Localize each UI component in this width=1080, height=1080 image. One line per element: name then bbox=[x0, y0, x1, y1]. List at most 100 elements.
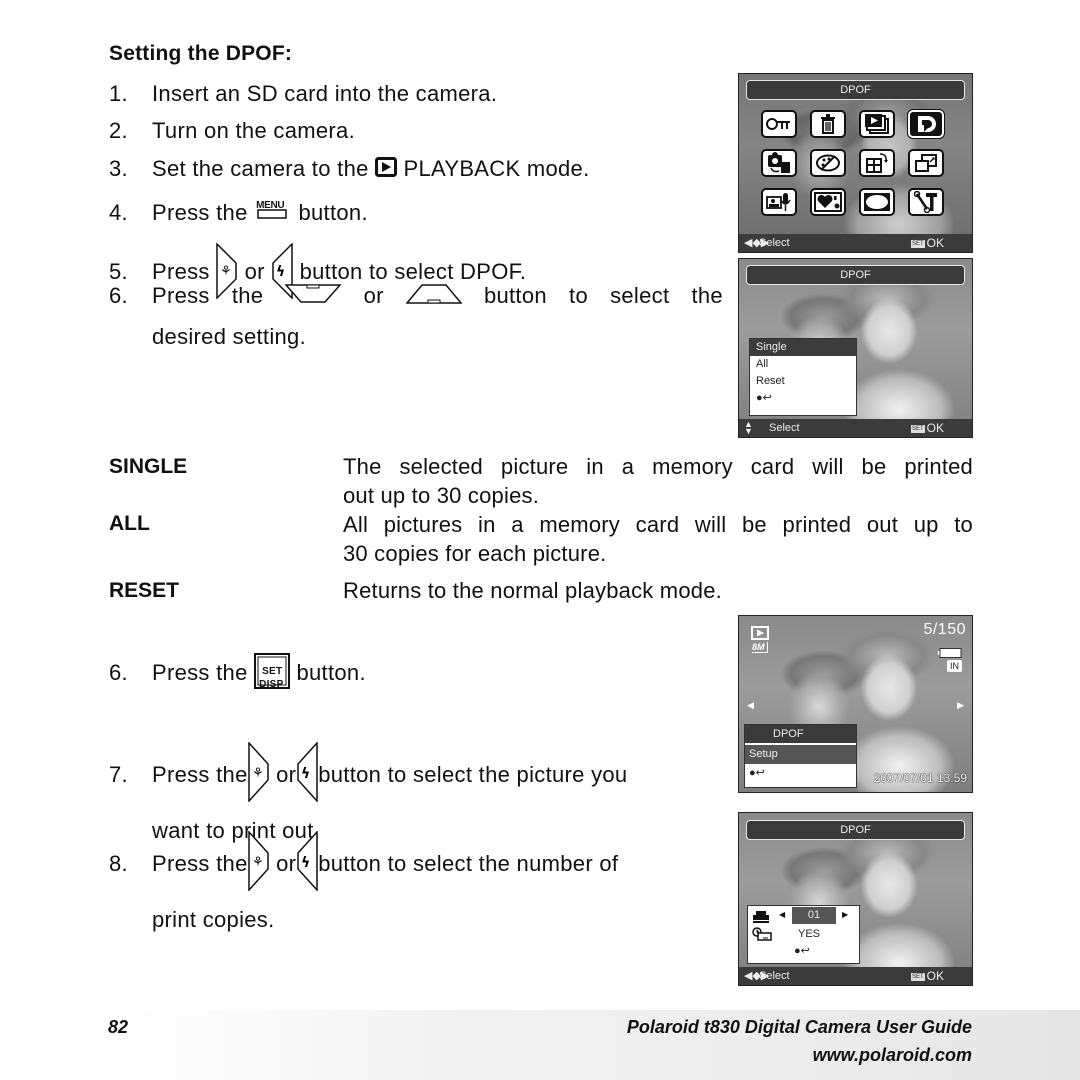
status-select-label: Select bbox=[759, 237, 790, 249]
desc-line: All pictures in a memory card will be pr… bbox=[343, 512, 973, 537]
step-text: Press the bbox=[152, 660, 248, 685]
copies-popup: ◀ 01 ▶ YES ●↩ bbox=[747, 905, 860, 964]
decrease-arrow-icon[interactable]: ◀ bbox=[779, 910, 785, 919]
step-text: Press the bbox=[152, 851, 248, 876]
ok-text: OK bbox=[926, 969, 944, 983]
flash-left-button-icon: ϟ bbox=[296, 830, 318, 898]
status-ok-label: SET OK bbox=[910, 969, 944, 983]
copies-value[interactable]: 01 bbox=[792, 907, 836, 924]
date-imprint-value[interactable]: YES bbox=[798, 928, 820, 940]
step-text: select bbox=[610, 283, 670, 308]
step-6: 6. Press the or button to select the desi… bbox=[109, 282, 723, 351]
step-text: button to select the picture you bbox=[318, 762, 628, 787]
back-option-icon[interactable]: ●↩ bbox=[750, 390, 856, 407]
slideshow-icon[interactable] bbox=[859, 110, 895, 138]
next-arrow-icon[interactable]: ▶ bbox=[957, 700, 964, 711]
option-term-all: ALL bbox=[109, 512, 150, 535]
macro-right-button-icon: ⚘ bbox=[247, 830, 270, 898]
menu-button-icon: MENU bbox=[254, 198, 292, 222]
status-bar: ▲ ▼ Select SET OK bbox=[739, 419, 972, 437]
step-text: button to select DPOF. bbox=[299, 259, 527, 284]
date-imprint-icon bbox=[752, 927, 772, 946]
status-bar: ◀◆▶ Select SET OK bbox=[739, 234, 972, 252]
svg-text:⚘: ⚘ bbox=[252, 855, 264, 870]
dpof-setup-popup: DPOF Setup ●↩ bbox=[744, 724, 857, 788]
step-text: PLAYBACK mode. bbox=[403, 156, 590, 181]
option-desc-reset: Returns to the normal playback mode. bbox=[343, 576, 973, 605]
status-select-label: Select bbox=[769, 422, 800, 434]
svg-text:ϟ: ϟ bbox=[301, 766, 311, 782]
screen-title: DPOF bbox=[746, 80, 965, 100]
resize-icon[interactable] bbox=[908, 149, 944, 177]
camera-screen-playback: 8M 5/150 IN ◀ ▶ DPOF Setup ●↩ 2007/07/01… bbox=[738, 615, 973, 793]
status-ok-label: SET OK bbox=[910, 421, 944, 435]
step-text: button to select the number of bbox=[318, 851, 619, 876]
playback-icon bbox=[375, 156, 398, 184]
desc-line: out up to 30 copies. bbox=[343, 483, 540, 508]
step-text: to bbox=[569, 283, 588, 308]
dpof-print-icon[interactable] bbox=[907, 109, 945, 139]
up-down-arrows-icon: ▲ ▼ bbox=[744, 419, 753, 436]
set-chip-icon: SET bbox=[910, 239, 925, 248]
setup-tools-icon[interactable] bbox=[908, 188, 944, 216]
option-reset[interactable]: Reset bbox=[750, 373, 856, 390]
step-number: 7. bbox=[109, 762, 128, 787]
section-heading: Setting the DPOF: bbox=[109, 42, 293, 65]
camera-screen-menu: DPOF ◀◆▶ Select SET OK bbox=[738, 73, 973, 253]
step-text: button. bbox=[296, 660, 366, 685]
increase-arrow-icon[interactable]: ▶ bbox=[842, 910, 848, 919]
step-number: 6. bbox=[109, 660, 128, 685]
option-single[interactable]: Single bbox=[750, 339, 856, 356]
step-7: 7. Press the ⚘ or ϟ button to select the … bbox=[109, 741, 628, 845]
step-text: Turn on the camera. bbox=[152, 118, 355, 143]
set-chip-icon: SET bbox=[910, 972, 925, 981]
step-text-continued: desired setting. bbox=[152, 324, 306, 349]
desc-line: The selected picture in a memory card wi… bbox=[343, 454, 973, 479]
setup-option[interactable]: Setup bbox=[745, 745, 856, 764]
up-button-icon bbox=[405, 282, 463, 313]
step-number: 3. bbox=[109, 156, 128, 181]
camera-screen-dpof-options: DPOF Single All Reset ●↩ ▲ ▼ Select SET OK bbox=[738, 258, 973, 438]
step-4: 4. Press the MENU button. bbox=[109, 198, 368, 227]
svg-text:⚘: ⚘ bbox=[252, 766, 264, 781]
step-text: the bbox=[231, 283, 264, 308]
rotate-icon[interactable] bbox=[859, 149, 895, 177]
date-time-stamp: 2007/07/01 13:59 bbox=[873, 771, 967, 785]
step-text: the bbox=[691, 283, 723, 308]
disp-label: DISP bbox=[259, 679, 284, 690]
step-text: Set the camera to the bbox=[152, 156, 369, 181]
previous-arrow-icon[interactable]: ◀ bbox=[747, 700, 754, 711]
delete-trash-icon[interactable] bbox=[810, 110, 846, 138]
color-effect-palette-icon[interactable] bbox=[810, 149, 846, 177]
set-disp-button-icon: SET DISP bbox=[254, 653, 291, 690]
option-all[interactable]: All bbox=[750, 356, 856, 373]
frame-icon[interactable] bbox=[859, 188, 895, 216]
option-desc-single: The selected picture in a memory card wi… bbox=[343, 452, 973, 510]
step-text: or bbox=[363, 283, 384, 308]
page-number: 82 bbox=[108, 1017, 129, 1037]
back-option-icon[interactable]: ●↩ bbox=[745, 764, 856, 783]
flash-left-button-icon: ϟ bbox=[296, 741, 318, 809]
guide-title: Polaroid t830 Digital Camera User Guide bbox=[626, 1017, 972, 1037]
printer-copies-icon bbox=[753, 910, 769, 928]
resolution-indicator: 8M bbox=[752, 642, 768, 653]
status-ok-label: SET OK bbox=[910, 236, 944, 250]
step-number: 2. bbox=[109, 118, 128, 143]
step-8: 8. Press the ⚘ or ϟ button to select the … bbox=[109, 830, 619, 934]
option-term-reset: RESET bbox=[109, 579, 180, 602]
startup-image-icon[interactable] bbox=[810, 188, 846, 216]
desc-line: 30 copies for each picture. bbox=[343, 541, 607, 566]
copy-to-card-icon[interactable] bbox=[761, 149, 797, 177]
macro-right-button-icon: ⚘ bbox=[247, 741, 270, 809]
step-text: Press bbox=[152, 283, 210, 308]
protect-key-icon[interactable] bbox=[761, 110, 797, 138]
voice-memo-icon[interactable] bbox=[761, 188, 797, 216]
step-number: 1. bbox=[109, 81, 128, 106]
desc-line: Returns to the normal playback mode. bbox=[343, 578, 722, 603]
website-url[interactable]: www.polaroid.com bbox=[813, 1045, 972, 1066]
menu-icon-grid bbox=[761, 109, 961, 216]
back-option-icon[interactable]: ●↩ bbox=[794, 944, 810, 957]
screen-title: DPOF bbox=[746, 265, 965, 285]
svg-text:⚘: ⚘ bbox=[220, 264, 232, 279]
option-term-single: SINGLE bbox=[109, 455, 188, 478]
